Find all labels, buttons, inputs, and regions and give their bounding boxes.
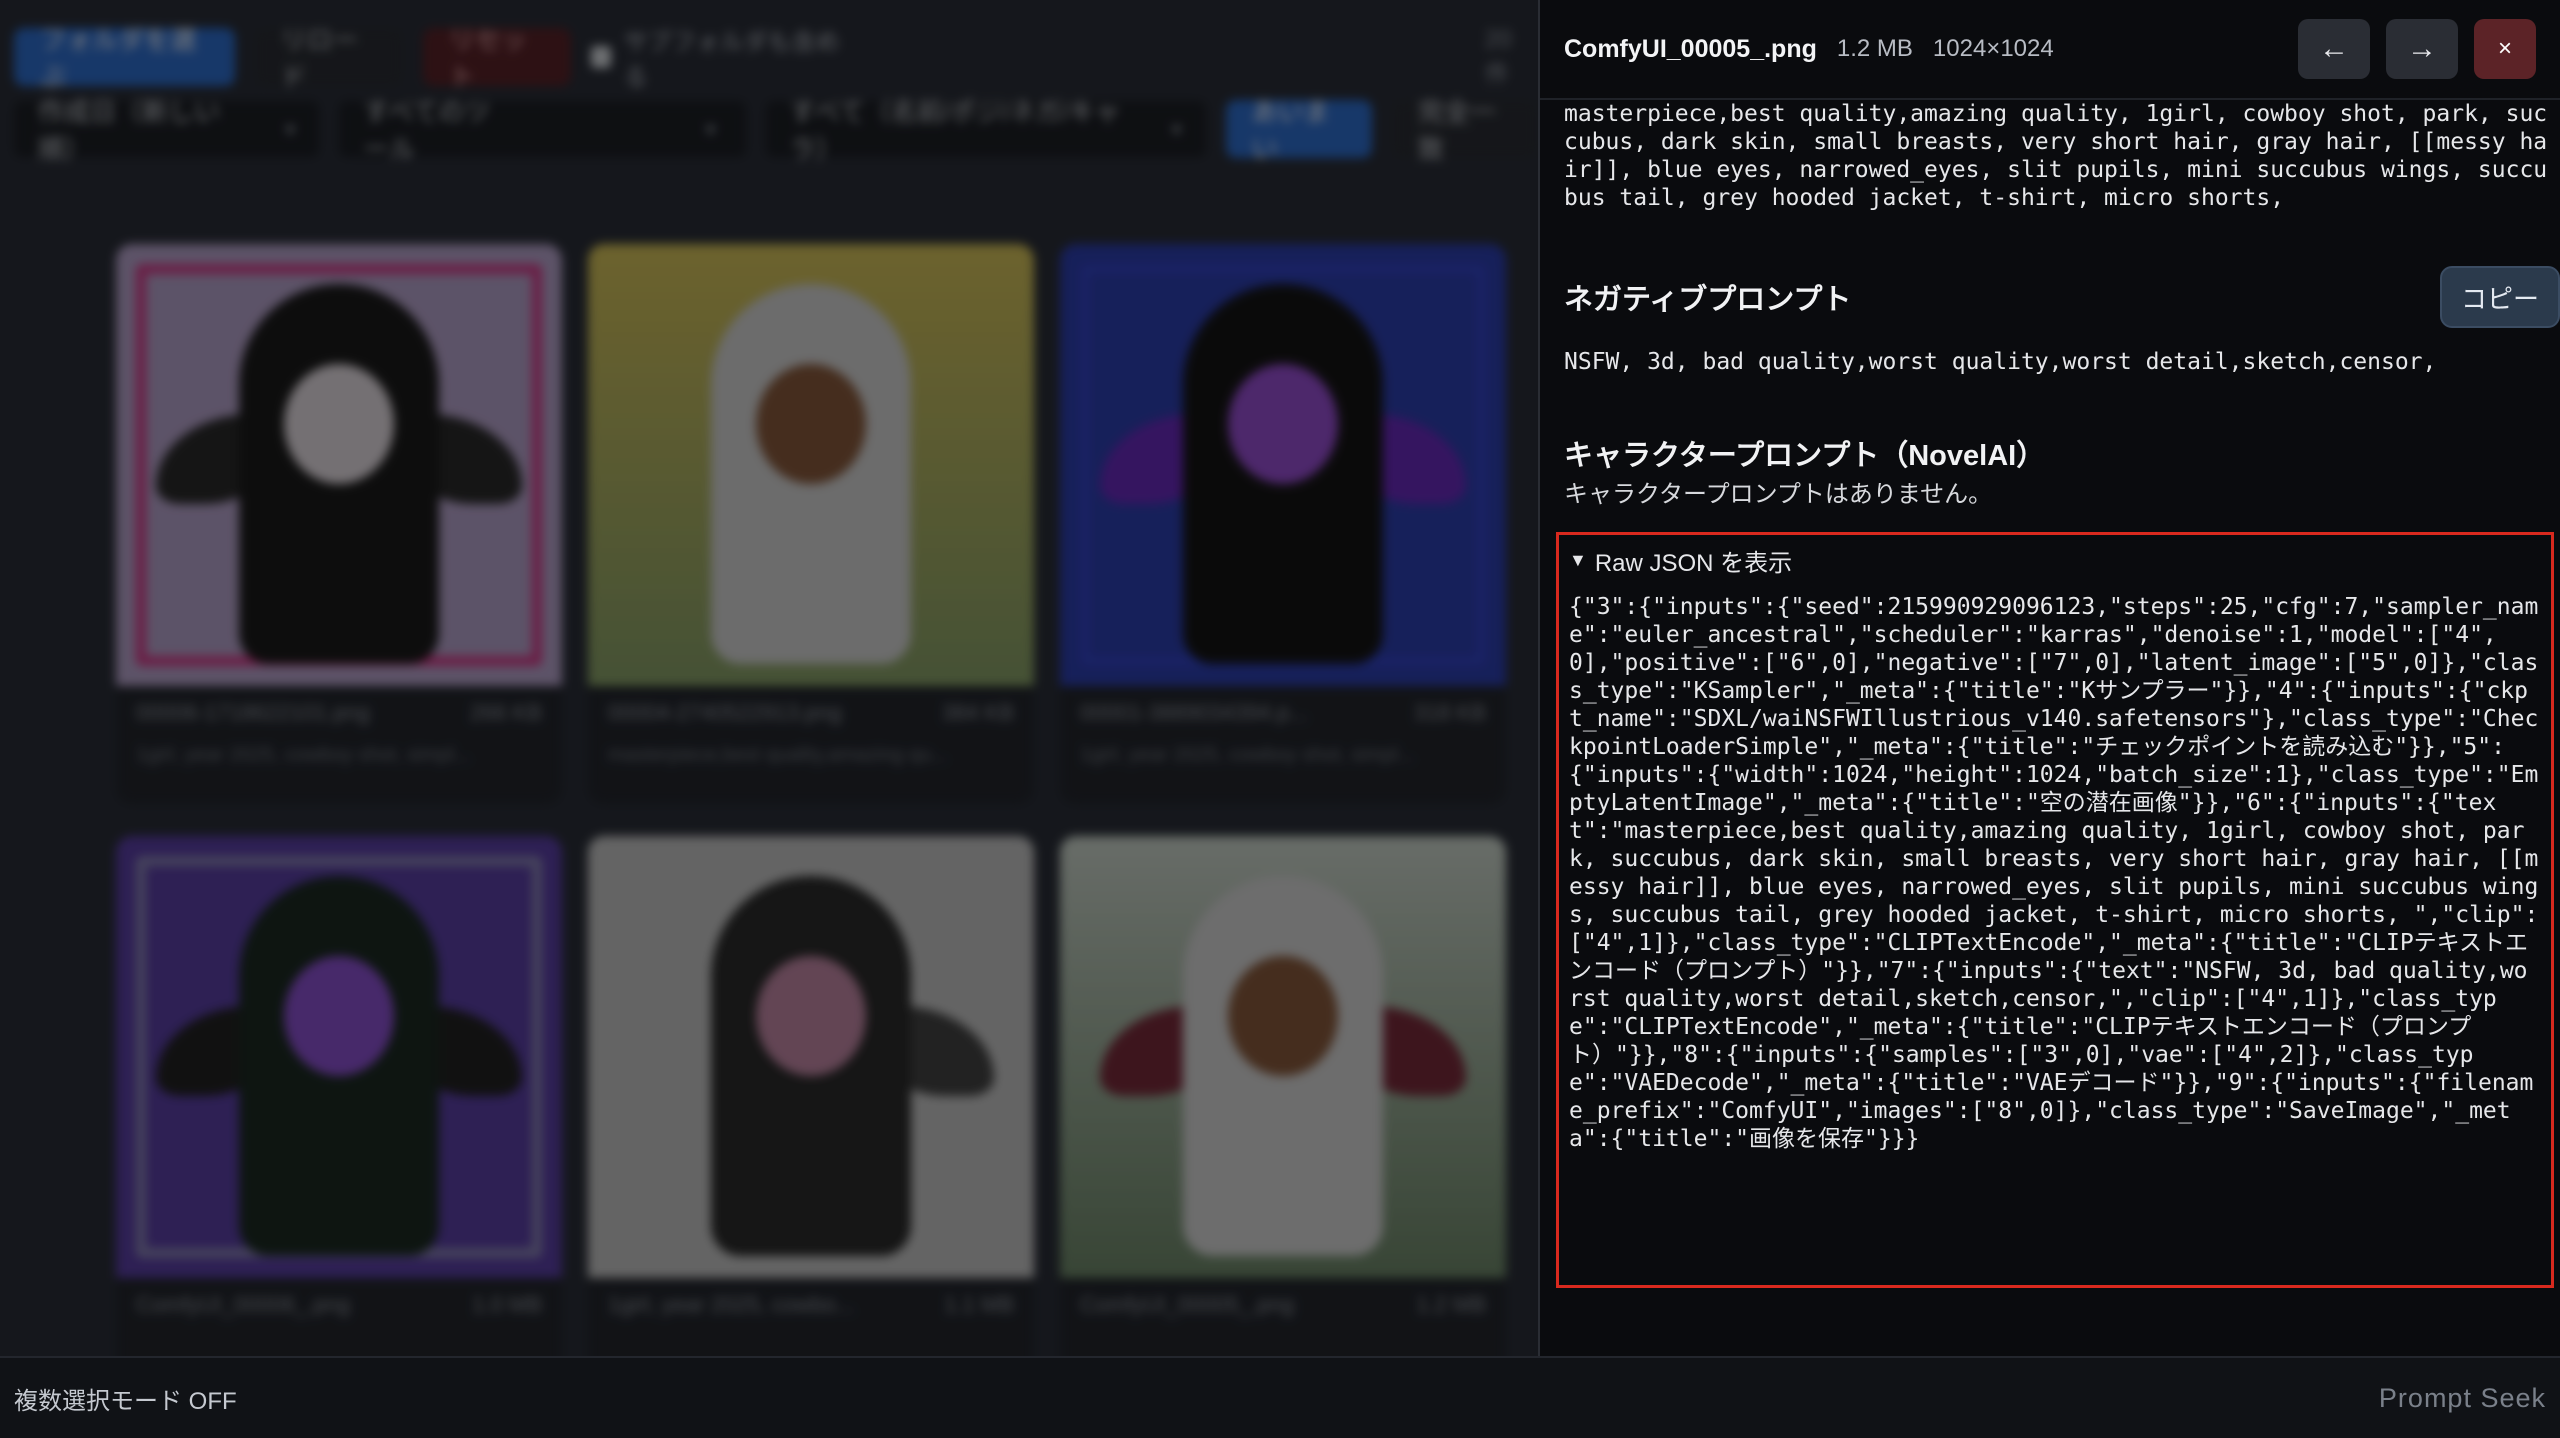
raw-json-section: ▼ Raw JSON を表示 {"3":{"inputs":{"seed":21… — [1556, 532, 2554, 1288]
chevron-down-icon: ▾ — [705, 118, 716, 141]
fuzzy-match-button[interactable]: あいまい — [1225, 97, 1372, 164]
sort-select-value: 作成日（新しい順） — [38, 97, 221, 164]
image-card[interactable]: 1girl, year 2025, cowbo... 1.1 MB — [588, 836, 1034, 1356]
card-meta: 1girl, year 2025, cowbo... 1.1 MB — [588, 1278, 1034, 1332]
app-name: Prompt Seek — [2378, 1382, 2546, 1413]
thumbnail-image — [1060, 244, 1506, 686]
tool-filter-value: すべてのツール — [363, 97, 491, 164]
image-card[interactable]: 00006-1718622101.png 266 KB 1girl, year 2… — [116, 244, 562, 804]
tool-filter-select[interactable]: すべてのツール ▾ — [339, 97, 746, 164]
card-filesize: 1.2 MB — [1416, 1292, 1486, 1317]
negative-prompt-text: NSFW, 3d, bad quality,worst quality,wors… — [1564, 349, 2437, 375]
negative-prompt-title: ネガティブプロンプト — [1564, 284, 1852, 316]
card-snippet: masterpiece,best quality,amazing qu... — [608, 744, 948, 766]
card-meta: 00004-2740522913.png 384 KB — [588, 686, 1034, 740]
copy-button[interactable]: コピー — [2440, 266, 2560, 328]
scope-filter-select[interactable]: すべて（名前/ポジ/ネガ/キャラ） ▾ — [765, 97, 1206, 164]
image-card[interactable]: ComfyUI_00006_.png 1.0 MB — [116, 836, 562, 1356]
detail-panel: ComfyUI_00005_.png 1.2 MB 1024×1024 ← → … — [1540, 0, 2560, 1356]
card-filesize: 384 KB — [941, 700, 1014, 725]
detail-filesize: 1.2 MB — [1836, 35, 1913, 62]
thumbnail-art — [1228, 364, 1338, 484]
next-button[interactable]: → — [2386, 19, 2458, 79]
checkbox-box[interactable] — [591, 46, 612, 68]
raw-json-text: {"3":{"inputs":{"seed":215990929096123,"… — [1569, 594, 2539, 1152]
card-filename: ComfyUI_00005_.png — [1080, 1292, 1295, 1317]
card-meta: ComfyUI_00005_.png 1.2 MB — [1060, 1278, 1506, 1332]
detail-nav: ← → × — [2298, 19, 2536, 79]
multi-select-toggle[interactable]: 複数選択モード OFF — [14, 1381, 237, 1416]
include-subfolders-label: サブフォルダも含める — [623, 29, 840, 91]
card-snippet: 1girl, year 2025, cowboy shot, simpl... — [136, 744, 471, 766]
image-card[interactable]: 00001-3889034394.p... 318 KB 1girl, year … — [1060, 244, 1506, 804]
card-meta: 00006-1718622101.png 266 KB — [116, 686, 562, 740]
character-prompt-title: キャラクタープロンプト（NovelAI） — [1564, 440, 2046, 472]
card-snippet — [1060, 1332, 1506, 1340]
raw-json-toggle-label: Raw JSON を表示 — [1594, 549, 1793, 577]
positive-prompt-text: masterpiece,best quality,amazing quality… — [1564, 101, 2548, 211]
card-filesize: 1.0 MB — [472, 1292, 542, 1317]
arrow-right-icon: → — [2407, 32, 2437, 65]
gallery-content: フォルダを選ぶ リロード リセット サブフォルダも含める 20 件 作成日（新し… — [0, 0, 1538, 1356]
card-snippet — [588, 1332, 1034, 1340]
image-card[interactable]: 00004-2740522913.png 384 KB masterpiece,b… — [588, 244, 1034, 804]
detail-header: ComfyUI_00005_.png 1.2 MB 1024×1024 ← → … — [1540, 0, 2560, 100]
card-filename: 00004-2740522913.png — [608, 700, 842, 725]
thumbnail-art — [284, 956, 394, 1076]
card-filesize: 1.1 MB — [944, 1292, 1014, 1317]
thumbnail-image — [588, 836, 1034, 1278]
card-filename: 00006-1718622101.png — [136, 700, 370, 725]
gallery-filters: 作成日（新しい順） ▾ すべてのツール ▾ すべて（名前/ポジ/ネガ/キャラ） … — [14, 97, 1538, 164]
character-prompt-empty: キャラクタープロンプトはありません。 — [1564, 481, 1993, 508]
sort-select[interactable]: 作成日（新しい順） ▾ — [14, 97, 320, 164]
card-snippet — [116, 1332, 562, 1340]
thumbnail-image — [116, 244, 562, 686]
thumbnail-art — [284, 364, 394, 484]
triangle-down-icon: ▼ — [1569, 549, 1587, 570]
card-meta: ComfyUI_00006_.png 1.0 MB — [116, 1278, 562, 1332]
card-filename: 1girl, year 2025, cowbo... — [608, 1292, 854, 1317]
thumbnail-art — [756, 364, 866, 484]
reset-button[interactable]: リセット — [422, 25, 572, 92]
gallery-pane: フォルダを選ぶ リロード リセット サブフォルダも含める 20 件 作成日（新し… — [0, 0, 1538, 1356]
thumbnail-image — [116, 836, 562, 1278]
arrow-left-icon: ← — [2319, 32, 2349, 65]
scope-filter-value: すべて（名前/ポジ/ネガ/キャラ） — [789, 97, 1121, 164]
card-filesize: 318 KB — [1413, 700, 1486, 725]
close-button[interactable]: × — [2474, 19, 2536, 79]
close-icon: × — [2497, 35, 2512, 62]
thumbnail-art — [756, 956, 866, 1076]
image-grid: 00006-1718622101.png 266 KB 1girl, year 2… — [116, 244, 1506, 1356]
prev-button[interactable]: ← — [2298, 19, 2370, 79]
chevron-down-icon: ▾ — [285, 118, 296, 141]
reload-button[interactable]: リロード — [254, 25, 403, 92]
chevron-down-icon: ▾ — [1171, 118, 1182, 141]
card-meta: 00001-3889034394.p... 318 KB — [1060, 686, 1506, 740]
include-subfolders-checkbox[interactable]: サブフォルダも含める — [591, 22, 845, 92]
image-card[interactable]: ComfyUI_00005_.png 1.2 MB — [1060, 836, 1506, 1356]
exact-match-button[interactable]: 完全一致 — [1391, 97, 1538, 164]
detail-dimensions: 1024×1024 — [1932, 35, 2054, 62]
status-bar: 複数選択モード OFF Prompt Seek — [0, 1356, 2560, 1438]
card-filesize: 266 KB — [469, 700, 542, 725]
card-snippet: 1girl, year 2025, cowboy shot, simpl... — [1080, 744, 1415, 766]
thumbnail-image — [588, 244, 1034, 686]
thumbnail-art — [1228, 956, 1338, 1076]
raw-json-toggle[interactable]: ▼ Raw JSON を表示 — [1569, 541, 2541, 579]
gallery-toolbar: フォルダを選ぶ リロード リセット サブフォルダも含める 20 件 — [14, 22, 1538, 92]
result-count: 20 件 — [1484, 25, 1512, 88]
thumbnail-image — [1060, 836, 1506, 1278]
detail-filename: ComfyUI_00005_.png — [1564, 34, 1817, 63]
choose-folder-button[interactable]: フォルダを選ぶ — [14, 25, 235, 92]
card-filename: ComfyUI_00006_.png — [136, 1292, 351, 1317]
card-filename: 00001-3889034394.p... — [1080, 700, 1308, 725]
